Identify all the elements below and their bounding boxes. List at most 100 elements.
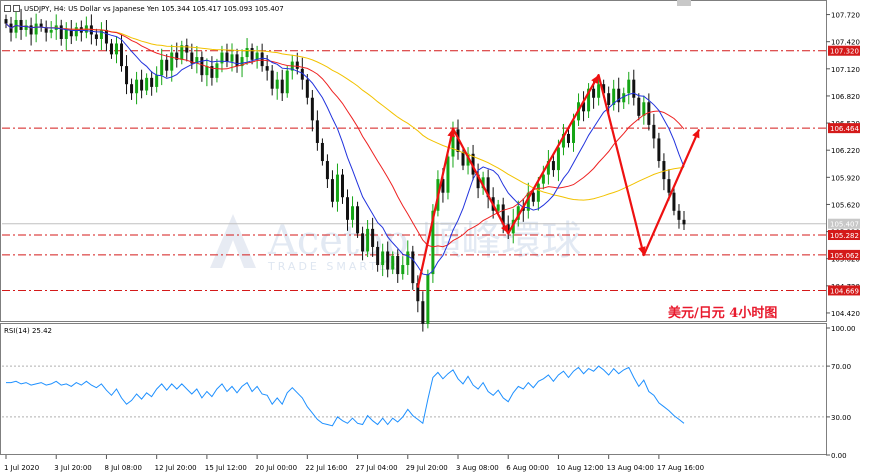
- moving-average-fast: [5, 23, 685, 276]
- candle-body: [682, 219, 686, 225]
- candle-body: [607, 93, 611, 105]
- moving-average-mid: [5, 23, 685, 248]
- candle-body: [109, 43, 113, 55]
- candle-body: [265, 66, 269, 71]
- candle-body: [140, 79, 144, 91]
- price-tick-label: 105.920: [831, 174, 860, 182]
- candle-body: [310, 97, 314, 121]
- candle-body: [325, 161, 329, 180]
- candle-body: [155, 75, 159, 87]
- candle-body: [672, 192, 676, 211]
- candle-body: [536, 183, 540, 202]
- time-tick-label: 3 Aug 08:00: [456, 464, 499, 472]
- time-tick-label: 22 Jul 16:00: [305, 464, 347, 472]
- chart-menu-button[interactable]: [4, 5, 11, 12]
- candle-body: [4, 19, 8, 24]
- candle-body: [391, 255, 395, 270]
- candle-body: [572, 120, 576, 143]
- time-tick-label: 1 Jul 2020: [4, 464, 39, 472]
- candle-body: [64, 29, 68, 39]
- chart-window: Acetop 順峰環球 TRADE SMARTER 107.720 107.420…: [0, 0, 870, 476]
- candle-body: [150, 77, 154, 87]
- chart-settings-button[interactable]: [13, 5, 20, 12]
- candle-body: [421, 301, 425, 324]
- candle-body: [335, 174, 339, 202]
- candle-body: [401, 265, 405, 275]
- candle-body: [652, 124, 656, 139]
- time-tick-label: 8 Jul 08:00: [104, 464, 142, 472]
- window-resize-handle[interactable]: [677, 0, 691, 6]
- candle-body: [215, 63, 219, 78]
- candle-body: [662, 161, 666, 180]
- candle-body: [170, 52, 174, 71]
- candle-body: [642, 102, 646, 116]
- time-tick-label: 6 Aug 00:00: [506, 464, 549, 472]
- candle-body: [647, 102, 651, 125]
- level-price-tag-label: 105.282: [830, 232, 859, 240]
- price-tick-label: 107.420: [831, 39, 860, 47]
- candle-body: [145, 77, 149, 91]
- candle-body: [125, 66, 129, 85]
- time-tick-label: 3 Jul 20:00: [54, 464, 92, 472]
- candle-body: [74, 27, 78, 37]
- candle-body: [340, 174, 344, 198]
- candle-body: [29, 25, 33, 35]
- candle-body: [180, 45, 184, 60]
- candle-body: [34, 23, 38, 35]
- chart-annotation: 美元/日元 4小时图: [668, 306, 778, 321]
- time-tick-label: 29 Jul 20:00: [406, 464, 448, 472]
- candle-body: [677, 210, 681, 220]
- level-price-tag-label: 107.320: [830, 48, 859, 56]
- candle-body: [371, 228, 375, 247]
- symbol-header: USDJPY, H4: US Dollar vs Japanese Yen 10…: [24, 5, 284, 13]
- candle-body: [386, 251, 390, 270]
- candle-body: [411, 251, 415, 284]
- candle-body: [541, 174, 545, 184]
- candle-body: [597, 84, 601, 98]
- candle-body: [160, 59, 164, 76]
- candle-body: [19, 19, 23, 30]
- candle-body: [104, 29, 108, 44]
- candle-body: [225, 52, 229, 62]
- rsi-tick-label: 30.00: [831, 414, 851, 422]
- candle-body: [556, 147, 560, 171]
- candle-body: [461, 152, 465, 166]
- candle-body: [320, 142, 324, 162]
- price-tick-label: 106.220: [831, 147, 860, 155]
- candle-body: [270, 70, 274, 89]
- time-tick-label: 27 Jul 04:00: [356, 464, 398, 472]
- price-tick-label: 107.120: [831, 66, 860, 74]
- candle-body: [200, 57, 204, 76]
- candle-body: [356, 206, 360, 234]
- candle-body: [99, 29, 103, 39]
- candle-body: [406, 251, 410, 266]
- moving-average-slow: [5, 23, 685, 201]
- candle-body: [230, 54, 234, 62]
- candle-body: [295, 61, 299, 69]
- level-price-tag-label: 106.464: [830, 125, 859, 133]
- candle-body: [366, 228, 370, 252]
- time-tick-label: 20 Jul 00:00: [255, 464, 297, 472]
- candle-body: [551, 161, 555, 171]
- time-tick-label: 13 Aug 04:00: [607, 464, 654, 472]
- candle-body: [205, 66, 209, 76]
- candle-body: [135, 79, 139, 94]
- candle-body: [566, 133, 570, 143]
- candle-body: [59, 25, 63, 39]
- candle-body: [120, 43, 124, 67]
- time-tick-label: 10 Aug 12:00: [556, 464, 603, 472]
- candle-body: [627, 79, 631, 94]
- candle-body: [361, 233, 365, 252]
- candle-body: [315, 120, 319, 143]
- time-tick-label: 15 Jul 12:00: [205, 464, 247, 472]
- rsi-header: RSI(14) 25.42: [4, 327, 53, 335]
- pattern-arrow-path: [416, 73, 701, 288]
- candle-body: [285, 70, 289, 94]
- candle-body: [130, 84, 134, 94]
- candle-body: [260, 52, 264, 67]
- candle-body: [94, 34, 98, 39]
- level-price-tag-label: 104.669: [830, 287, 859, 295]
- price-chart: 107.720107.420107.120106.820106.520106.2…: [2, 8, 860, 472]
- candle-body: [280, 79, 284, 94]
- candle-body: [235, 54, 239, 67]
